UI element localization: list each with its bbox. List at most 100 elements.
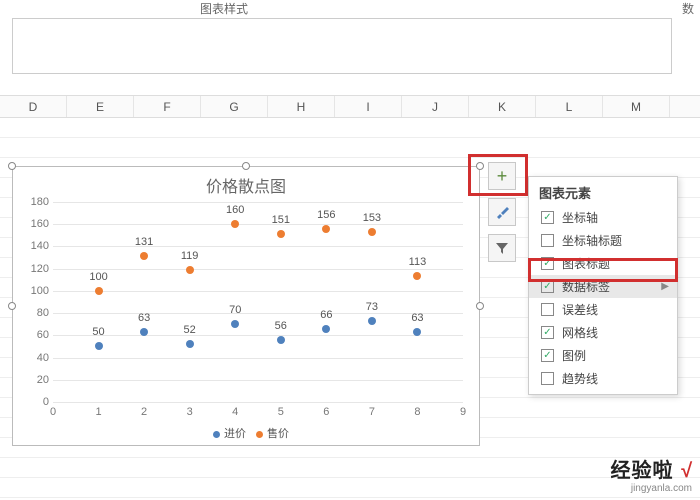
grid-row[interactable] (0, 458, 700, 478)
gridline (53, 269, 463, 270)
option-label: 图例 (562, 347, 586, 364)
data-label: 119 (181, 250, 199, 262)
data-point[interactable] (322, 325, 330, 333)
chart-element-option[interactable]: ✓ 图例 (529, 344, 677, 367)
chevron-right-icon: ▶ (661, 281, 669, 292)
data-label: 66 (320, 309, 332, 321)
filter-icon (495, 241, 509, 255)
legend-label: 售价 (267, 428, 289, 440)
chart-title[interactable]: 价格散点图 (13, 167, 479, 197)
watermark-url: jingyanla.com (610, 483, 692, 494)
chart-element-option[interactable]: ✓ 网格线 (529, 321, 677, 344)
data-point[interactable] (140, 252, 148, 260)
data-point[interactable] (231, 320, 239, 328)
option-label: 数据标签 (562, 278, 610, 295)
chart-styles-button[interactable] (488, 198, 516, 226)
data-point[interactable] (413, 272, 421, 280)
column-header[interactable]: H (268, 96, 335, 117)
gridline (53, 313, 463, 314)
data-label: 113 (409, 256, 427, 268)
data-point[interactable] (368, 228, 376, 236)
x-axis-tick: 8 (414, 406, 420, 418)
column-header[interactable]: F (134, 96, 201, 117)
ribbon-right-hint: 数 (682, 0, 694, 17)
data-point[interactable] (186, 340, 194, 348)
ribbon-group-label: 图表样式 (200, 0, 248, 17)
data-point[interactable] (95, 287, 103, 295)
x-axis-tick: 9 (460, 406, 466, 418)
data-point[interactable] (231, 220, 239, 228)
column-headers: DEFGHIJKLM (0, 96, 700, 118)
chart-element-option[interactable]: ✓ 数据标签 ▶ (529, 275, 677, 298)
checkbox[interactable]: ✓ (541, 257, 554, 270)
resize-handle[interactable] (476, 302, 484, 310)
data-point[interactable] (322, 225, 330, 233)
y-axis-tick: 140 (23, 240, 49, 252)
embedded-chart[interactable]: 价格散点图 0204060801001201401601800123456789… (12, 166, 480, 446)
column-header[interactable]: M (603, 96, 670, 117)
data-point[interactable] (277, 230, 285, 238)
resize-handle[interactable] (8, 162, 16, 170)
x-axis-tick: 6 (323, 406, 329, 418)
resize-handle[interactable] (242, 162, 250, 170)
chart-element-option[interactable]: ✓坐标轴 (529, 206, 677, 229)
checkbox[interactable]: ✓ (541, 326, 554, 339)
grid-row[interactable] (0, 478, 700, 498)
chart-elements-button[interactable]: + (488, 162, 516, 190)
chart-element-option[interactable]: 误差线 (529, 298, 677, 321)
y-axis-tick: 40 (23, 352, 49, 364)
x-axis-tick: 7 (369, 406, 375, 418)
grid-row[interactable] (0, 138, 700, 158)
column-header[interactable]: E (67, 96, 134, 117)
chart-legend[interactable]: 进价售价 (13, 425, 479, 441)
column-header[interactable]: K (469, 96, 536, 117)
brush-icon (494, 204, 510, 220)
gridline (53, 402, 463, 403)
data-label: 70 (229, 304, 241, 316)
data-point[interactable] (186, 266, 194, 274)
legend-marker (213, 431, 220, 438)
gridline (53, 246, 463, 247)
y-axis-tick: 20 (23, 374, 49, 386)
data-point[interactable] (413, 328, 421, 336)
chart-element-option[interactable]: ✓图表标题 (529, 252, 677, 275)
grid-row[interactable] (0, 118, 700, 138)
data-label: 160 (226, 204, 244, 216)
data-point[interactable] (140, 328, 148, 336)
data-label: 52 (184, 324, 196, 336)
checkbox[interactable]: ✓ (541, 349, 554, 362)
ribbon: 图表样式 数 (0, 0, 700, 96)
column-header[interactable]: D (0, 96, 67, 117)
resize-handle[interactable] (476, 162, 484, 170)
checkbox[interactable]: ✓ (541, 211, 554, 224)
data-label: 63 (411, 312, 423, 324)
gridline (53, 335, 463, 336)
data-point[interactable] (95, 342, 103, 350)
x-axis-tick: 2 (141, 406, 147, 418)
y-axis-tick: 160 (23, 218, 49, 230)
checkbox[interactable] (541, 372, 554, 385)
column-header[interactable]: J (402, 96, 469, 117)
legend-marker (256, 431, 263, 438)
checkbox[interactable] (541, 234, 554, 247)
data-label: 63 (138, 312, 150, 324)
option-label: 网格线 (562, 324, 598, 341)
checkbox[interactable]: ✓ (541, 280, 554, 293)
column-header[interactable]: I (335, 96, 402, 117)
chart-plot-area[interactable]: 0204060801001201401601800123456789506352… (53, 202, 463, 402)
check-icon: √ (680, 460, 692, 482)
chart-style-gallery[interactable] (12, 18, 672, 74)
column-header[interactable]: G (201, 96, 268, 117)
chart-filter-button[interactable] (488, 234, 516, 262)
x-axis-tick: 0 (50, 406, 56, 418)
spreadsheet-grid[interactable]: 价格散点图 0204060801001201401601800123456789… (0, 118, 700, 500)
y-axis-tick: 180 (23, 196, 49, 208)
data-point[interactable] (277, 336, 285, 344)
y-axis-tick: 120 (23, 263, 49, 275)
resize-handle[interactable] (8, 302, 16, 310)
chart-element-option[interactable]: 趋势线 (529, 367, 677, 390)
data-point[interactable] (368, 317, 376, 325)
chart-element-option[interactable]: 坐标轴标题 (529, 229, 677, 252)
column-header[interactable]: L (536, 96, 603, 117)
checkbox[interactable] (541, 303, 554, 316)
